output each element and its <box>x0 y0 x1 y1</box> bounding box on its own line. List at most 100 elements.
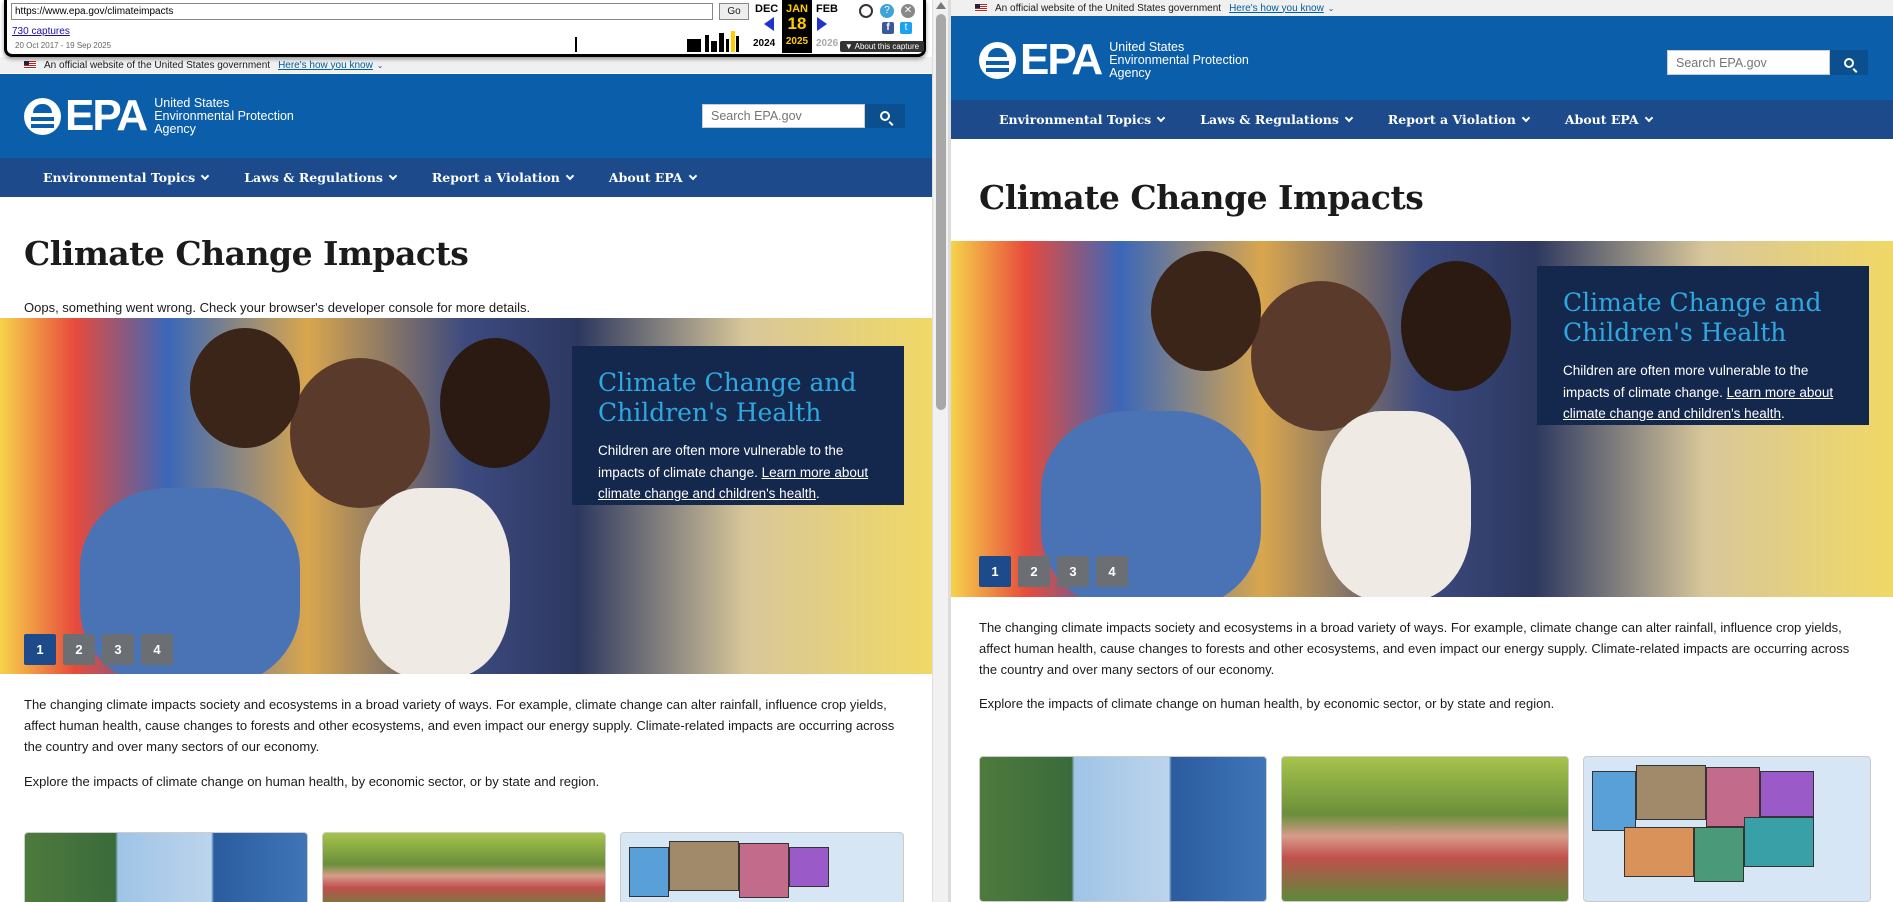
right-browser-pane: An official website of the United States… <box>951 0 1893 902</box>
search-input[interactable] <box>702 104 865 128</box>
search-form <box>702 104 905 128</box>
hero-card: Climate Change and Children's Health Chil… <box>1537 266 1869 425</box>
logo-line2: Environmental Protection <box>154 108 294 123</box>
nav-about-epa[interactable]: About EPA <box>1565 112 1653 127</box>
map-region <box>669 841 739 891</box>
nav-laws-regulations[interactable]: Laws & Regulations <box>1200 112 1354 127</box>
hero-card-text: Children are often more vulnerable to th… <box>598 443 869 501</box>
intro-paragraph: The changing climate impacts society and… <box>24 697 895 754</box>
hero-child-face <box>1251 281 1391 431</box>
explore-paragraph: Explore the impacts of climate change on… <box>979 696 1555 711</box>
map-region <box>1624 827 1694 877</box>
hero-child-face <box>1151 251 1261 371</box>
logo-epa-text: EPA <box>1020 35 1103 84</box>
search-form <box>1667 50 1868 75</box>
logo-epa-text: EPA <box>65 91 148 140</box>
explore-paragraph: Explore the impacts of climate change on… <box>24 774 600 789</box>
wayback-prev-year[interactable]: 2024 <box>753 38 775 49</box>
caret-down-icon <box>1521 113 1531 122</box>
carousel-pager: 1 2 3 4 <box>979 556 1135 587</box>
nav-about-epa[interactable]: About EPA <box>609 170 697 185</box>
hero-card-title: Climate Change and Children's Health <box>598 368 857 427</box>
carousel-slide-4[interactable]: 4 <box>1096 556 1128 587</box>
logo-line1: United States <box>1109 39 1185 54</box>
map-region <box>629 847 669 897</box>
tile-human-health[interactable] <box>322 832 606 902</box>
tile-regions-map[interactable] <box>1583 756 1871 902</box>
search-button[interactable] <box>1830 50 1868 75</box>
gov-banner: An official website of the United States… <box>0 57 932 73</box>
hero-carousel: Climate Change and Children's Health Chil… <box>951 241 1893 597</box>
facebook-icon[interactable]: f <box>882 22 894 34</box>
nav-report-violation[interactable]: Report a Violation <box>432 170 575 185</box>
twitter-icon[interactable]: t <box>900 22 912 34</box>
carousel-slide-3[interactable]: 3 <box>102 634 134 665</box>
carousel-slide-1[interactable]: 1 <box>979 556 1011 587</box>
caret-down-icon <box>1644 113 1653 122</box>
epa-seal-icon <box>979 41 1016 79</box>
hero-card: Climate Change and Children's Health Chil… <box>572 346 904 505</box>
wayback-prev-arrow-icon[interactable] <box>764 17 774 31</box>
hero-child-face <box>1401 261 1511 391</box>
nav-laws-regulations[interactable]: Laws & Regulations <box>244 170 398 185</box>
scroll-up-arrow-icon[interactable] <box>936 2 946 9</box>
close-icon[interactable]: ✕ <box>901 4 915 18</box>
tile-economic-sectors[interactable] <box>979 756 1267 902</box>
logo-line1: United States <box>154 95 230 110</box>
wayback-cur-day: 18 <box>787 14 807 33</box>
flag-icon <box>24 61 36 69</box>
hero-carousel: Climate Change and Children's Health Chil… <box>0 318 932 674</box>
map-region <box>1636 765 1706 820</box>
gov-banner-how-link[interactable]: Here's how you know <box>278 60 373 71</box>
wayback-next-month[interactable]: FEB <box>816 3 838 15</box>
site-header: EPA United States Environmental Protecti… <box>0 74 932 158</box>
page-title: Climate Change Impacts <box>24 234 469 273</box>
nav-environmental-topics[interactable]: Environmental Topics <box>999 112 1166 127</box>
epa-logo[interactable]: EPA United States Environmental Protecti… <box>979 35 1249 84</box>
wayback-about-capture[interactable]: ▼ About this capture <box>840 41 924 52</box>
caret-down-icon <box>688 171 697 180</box>
carousel-slide-2[interactable]: 2 <box>1018 556 1050 587</box>
help-icon[interactable]: ? <box>880 4 894 18</box>
wayback-captures-link[interactable]: 730 captures <box>12 26 70 37</box>
carousel-pager: 1 2 3 4 <box>24 634 180 665</box>
scrollbar-thumb[interactable] <box>936 14 946 410</box>
caret-down-icon <box>565 171 575 180</box>
search-icon <box>1844 57 1854 68</box>
carousel-slide-4[interactable]: 4 <box>141 634 173 665</box>
epa-logo[interactable]: EPA United States Environmental Protecti… <box>24 91 294 140</box>
user-icon[interactable] <box>859 4 873 18</box>
wayback-date-range: 20 Oct 2017 - 19 Sep 2025 <box>15 41 112 50</box>
wayback-cur-year: 2025 <box>785 36 809 47</box>
topic-tiles <box>24 832 918 902</box>
wayback-toolbar: Go 730 captures 20 Oct 2017 - 19 Sep 202… <box>4 0 926 57</box>
nav-report-violation[interactable]: Report a Violation <box>1388 112 1531 127</box>
map-region <box>1760 771 1814 817</box>
search-button[interactable] <box>865 104 905 128</box>
hero-card-title: Climate Change and Children's Health <box>1563 288 1822 347</box>
wayback-next-year[interactable]: 2026 <box>816 38 838 49</box>
wayback-prev-month[interactable]: DEC <box>755 3 778 15</box>
chevron-down-icon[interactable]: ⌄ <box>377 61 384 70</box>
page-title: Climate Change Impacts <box>979 178 1424 217</box>
search-input[interactable] <box>1667 50 1830 75</box>
wayback-current-date: JAN 18 2025 <box>782 0 812 53</box>
nav-environmental-topics[interactable]: Environmental Topics <box>43 170 210 185</box>
carousel-slide-2[interactable]: 2 <box>63 634 95 665</box>
wayback-url-input[interactable] <box>11 3 713 20</box>
gov-banner: An official website of the United States… <box>951 0 1893 16</box>
tile-economic-sectors[interactable] <box>24 832 308 902</box>
wayback-next-arrow-icon[interactable] <box>817 17 827 31</box>
chevron-down-icon[interactable]: ⌄ <box>1328 4 1335 13</box>
map-region <box>789 847 829 887</box>
wayback-sparkline[interactable] <box>147 27 747 52</box>
carousel-slide-3[interactable]: 3 <box>1057 556 1089 587</box>
wayback-go-button[interactable]: Go <box>719 3 749 20</box>
left-scrollbar[interactable] <box>932 0 948 902</box>
gov-banner-how-link[interactable]: Here's how you know <box>1229 3 1324 14</box>
map-region <box>1744 817 1814 867</box>
tile-human-health[interactable] <box>1281 756 1569 902</box>
left-browser-pane: Go 730 captures 20 Oct 2017 - 19 Sep 202… <box>0 0 932 902</box>
carousel-slide-1[interactable]: 1 <box>24 634 56 665</box>
tile-regions-map[interactable] <box>620 832 904 902</box>
